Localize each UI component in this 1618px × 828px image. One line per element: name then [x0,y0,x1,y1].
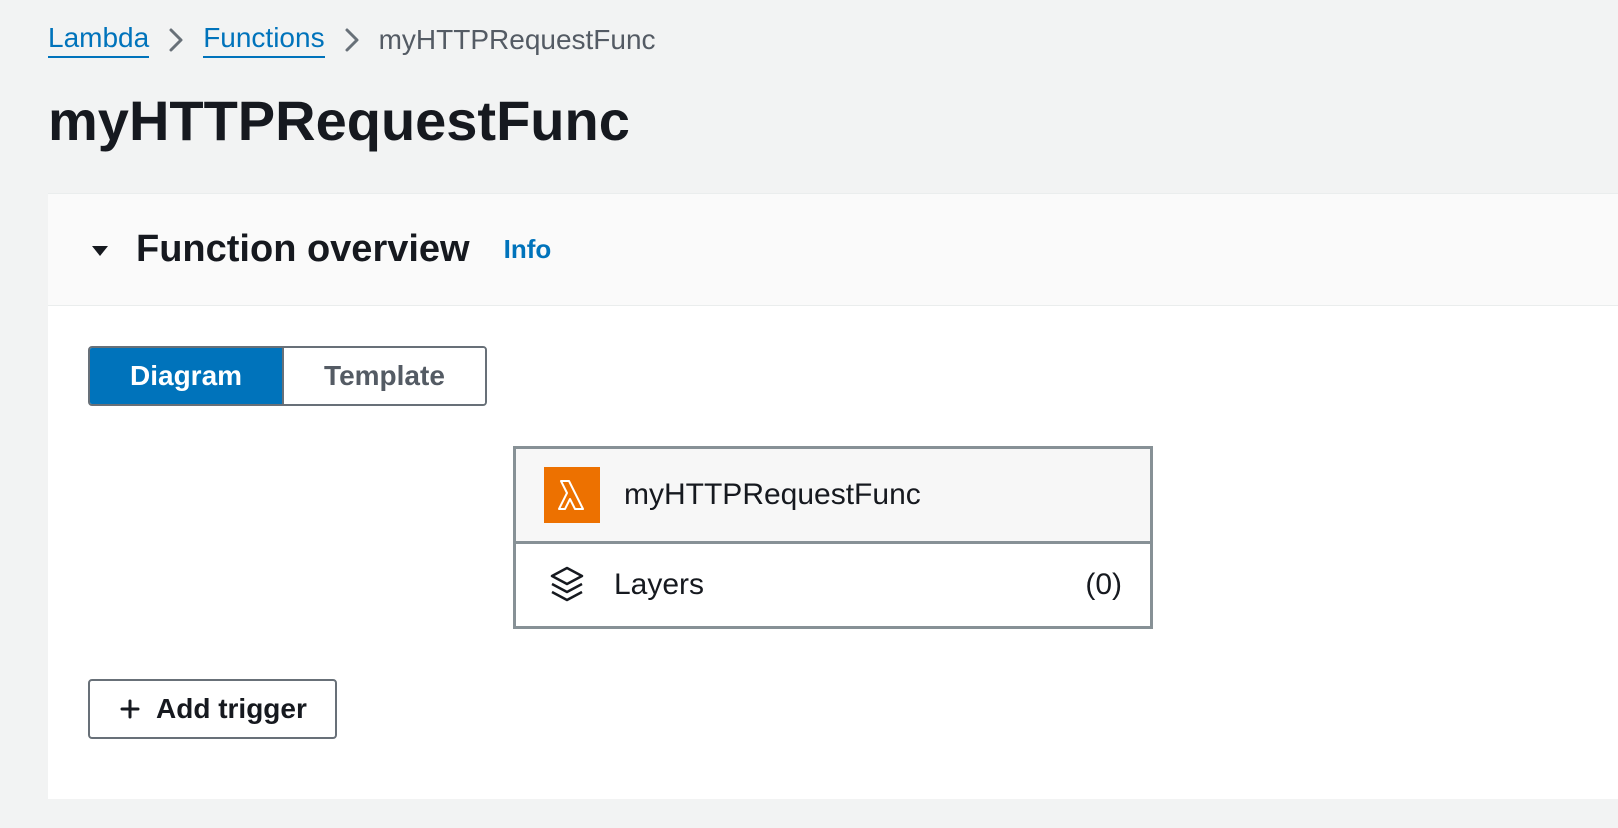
breadcrumb-lambda[interactable]: Lambda [48,22,149,58]
add-trigger-label: Add trigger [156,693,307,725]
function-box: myHTTPRequestFunc Layers (0) [513,446,1153,629]
layers-node[interactable]: Layers (0) [516,544,1150,626]
info-link[interactable]: Info [504,234,552,265]
tab-template[interactable]: Template [282,348,485,404]
layers-count: (0) [1085,568,1122,602]
panel-heading: Function overview [136,228,470,271]
function-node[interactable]: myHTTPRequestFunc [516,449,1150,544]
breadcrumb: Lambda Functions myHTTPRequestFunc [0,0,1618,58]
breadcrumb-current: myHTTPRequestFunc [379,24,656,56]
add-trigger-button[interactable]: Add trigger [88,679,337,739]
diagram-area: myHTTPRequestFunc Layers (0) [88,446,1578,629]
tab-diagram[interactable]: Diagram [90,348,282,404]
lambda-icon [544,467,600,523]
panel-body: Diagram Template myHTTPRequestFunc [48,306,1618,799]
chevron-right-icon [343,26,361,54]
layers-icon [544,562,590,608]
layers-label: Layers [614,568,704,602]
view-toggle: Diagram Template [88,346,487,406]
function-overview-panel: Function overview Info Diagram Template … [48,193,1618,799]
breadcrumb-functions[interactable]: Functions [203,22,324,58]
chevron-right-icon [167,26,185,54]
panel-header: Function overview Info [48,194,1618,306]
function-name-label: myHTTPRequestFunc [624,478,921,512]
page-title: myHTTPRequestFunc [0,58,1618,193]
plus-icon [118,697,142,721]
caret-down-icon[interactable] [88,238,112,262]
